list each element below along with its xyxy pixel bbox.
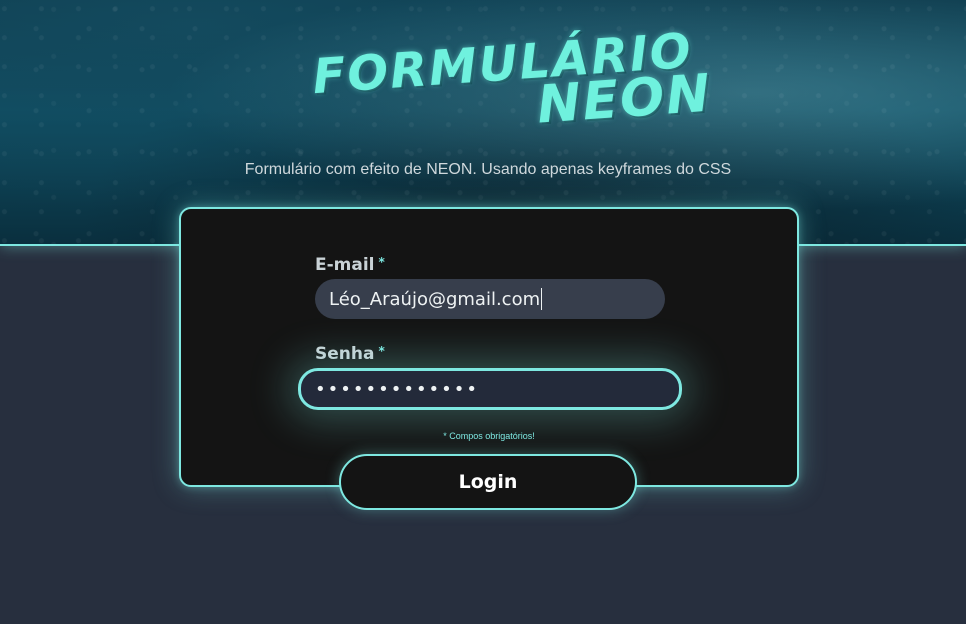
login-form-card: E-mail * Léo_Araújo@gmail.com Senha * ••••… xyxy=(179,207,799,487)
login-button[interactable]: Login xyxy=(339,454,637,510)
password-value: ••••••••••••• xyxy=(315,378,480,400)
email-required-mark: * xyxy=(378,255,385,269)
text-caret xyxy=(541,288,543,310)
page-subtitle: Formulário com efeito de NEON. Usando ap… xyxy=(244,161,732,178)
password-field[interactable]: ••••••••••••• xyxy=(298,368,682,410)
email-value: Léo_Araújo@gmail.com xyxy=(329,288,541,310)
email-field[interactable]: Léo_Araújo@gmail.com xyxy=(315,279,665,319)
page-title: Formulário Neon xyxy=(300,0,728,140)
password-label-text: Senha xyxy=(315,344,375,364)
title-line-2: Neon xyxy=(535,63,714,136)
password-required-mark: * xyxy=(378,344,385,358)
email-label-text: E-mail xyxy=(315,255,375,275)
required-fields-note: * Compos obrigatórios! xyxy=(443,431,535,441)
password-label: Senha * xyxy=(315,344,385,364)
email-label: E-mail * xyxy=(315,255,385,275)
